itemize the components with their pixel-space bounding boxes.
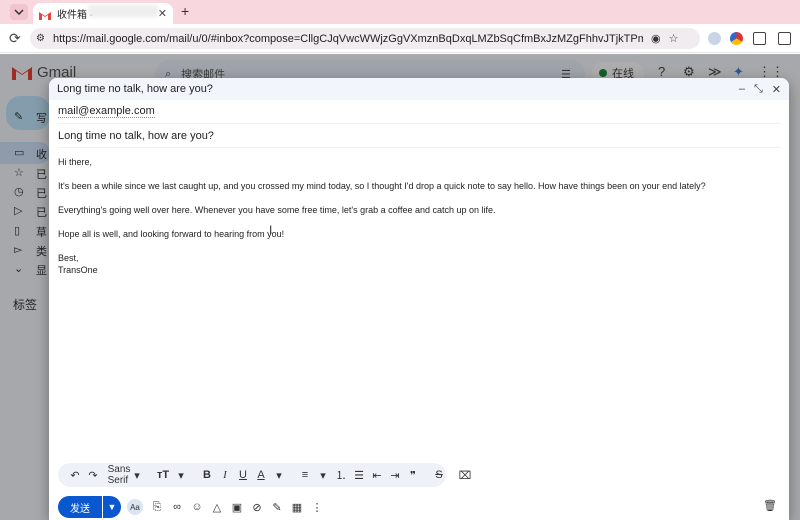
strikethrough-icon[interactable]: S <box>430 464 448 486</box>
send-button[interactable]: 发送 <box>58 496 102 518</box>
confidential-mode-icon[interactable]: ⊘ <box>247 496 267 518</box>
extension-icon[interactable] <box>730 32 743 45</box>
formatting-toolbar: ↶ ↷ Sans Serif ▾ ᴛT ▾ B I U A ▾ ≡ ▾ ⒈ ☰ … <box>58 463 471 487</box>
recipient-chip[interactable]: mail@example.com <box>58 105 155 118</box>
schedule-send-dropdown-icon[interactable]: ▼ <box>103 496 121 518</box>
discard-draft-icon[interactable]: 🗑 <box>763 499 777 512</box>
tab-close-icon[interactable]: ✕ <box>158 7 167 20</box>
browser-tab-strip: 收件箱 - ✕ + <box>0 0 800 24</box>
bookmark-star-icon[interactable]: ☆ <box>669 32 679 45</box>
body-paragraph: Everything's going well over here. Whene… <box>58 205 496 215</box>
font-dropdown-icon[interactable]: ▾ <box>128 464 146 486</box>
compose-window: Long time no talk, how are you? – ⤡ ✕ ma… <box>49 78 789 520</box>
exit-fullscreen-icon[interactable]: ⤡ <box>754 83 763 96</box>
bold-icon[interactable]: B <box>198 464 216 486</box>
body-paragraph: Hope all is well, and looking forward to… <box>58 229 285 239</box>
remove-formatting-icon[interactable]: ⌧ <box>456 464 474 486</box>
insert-photo-icon[interactable]: ▣ <box>227 496 247 518</box>
message-body[interactable]: Hi there, It's been a while since we las… <box>49 148 789 284</box>
font-size-icon[interactable]: ᴛT <box>154 464 172 486</box>
signature-pen-icon[interactable]: ✎ <box>267 496 287 518</box>
compose-actions: 发送 ▼ Aa ⎘ ∞ ☺ △ ▣ ⊘ ✎ ▦ ⋮ <box>58 495 327 519</box>
site-settings-icon[interactable]: ⚙ <box>36 33 45 44</box>
font-size-dropdown-icon[interactable]: ▾ <box>172 464 190 486</box>
quote-icon[interactable]: ❞ <box>404 464 422 486</box>
new-tab-button[interactable]: + <box>181 3 189 19</box>
attach-file-icon[interactable]: ⎘ <box>147 496 167 518</box>
body-closing: Best, <box>58 253 79 263</box>
extensions-puzzle-icon[interactable] <box>753 32 766 45</box>
google-drive-icon[interactable]: △ <box>207 496 227 518</box>
reload-icon[interactable]: ⟳ <box>9 30 21 47</box>
redo-icon[interactable]: ↷ <box>84 464 102 486</box>
indent-more-icon[interactable]: ⇥ <box>386 464 404 486</box>
italic-icon[interactable]: I <box>216 464 234 486</box>
subject-text: Long time no talk, how are you? <box>58 129 214 142</box>
emoji-icon[interactable]: ☺ <box>187 496 207 518</box>
numbered-list-icon[interactable]: ⒈ <box>332 464 350 486</box>
text-color-dropdown-icon[interactable]: ▾ <box>270 464 288 486</box>
formatting-options-button[interactable]: Aa <box>127 499 143 515</box>
eye-icon[interactable]: ◉ <box>651 32 661 45</box>
indent-less-icon[interactable]: ⇤ <box>368 464 386 486</box>
gmail-favicon-icon <box>39 9 51 20</box>
body-signature: TransOne <box>58 265 98 275</box>
more-options-icon[interactable]: ⋮ <box>307 496 327 518</box>
tab-search-icon[interactable] <box>10 4 28 20</box>
undo-icon[interactable]: ↶ <box>66 464 84 486</box>
insert-link-icon[interactable]: ∞ <box>167 496 187 518</box>
compose-header[interactable]: Long time no talk, how are you? – ⤡ ✕ <box>49 78 789 100</box>
text-cursor-icon: I <box>269 223 273 237</box>
text-color-icon[interactable]: A <box>252 464 270 486</box>
font-family-select[interactable]: Sans Serif <box>108 464 131 486</box>
subject-field[interactable]: Long time no talk, how are you? <box>58 124 780 148</box>
extension-icon[interactable] <box>708 32 721 45</box>
body-greeting: Hi there, <box>58 157 93 167</box>
address-bar[interactable]: ⚙ https://mail.google.com/mail/u/0/#inbo… <box>30 28 700 49</box>
calendar-icon[interactable]: ▦ <box>287 496 307 518</box>
close-icon[interactable]: ✕ <box>772 83 781 96</box>
bulleted-list-icon[interactable]: ☰ <box>350 464 368 486</box>
browser-toolbar: ⟳ ⚙ https://mail.google.com/mail/u/0/#in… <box>0 24 800 53</box>
tab-title-redaction <box>88 5 158 17</box>
align-icon[interactable]: ≡ <box>296 464 314 486</box>
side-panel-icon[interactable] <box>778 32 791 45</box>
body-paragraph: It's been a while since we last caught u… <box>58 181 706 191</box>
underline-icon[interactable]: U <box>234 464 252 486</box>
compose-title: Long time no talk, how are you? <box>57 83 213 95</box>
recipients-field[interactable]: mail@example.com <box>58 100 780 124</box>
url-text: https://mail.google.com/mail/u/0/#inbox?… <box>52 32 643 45</box>
minimize-icon[interactable]: – <box>739 83 745 95</box>
align-dropdown-icon[interactable]: ▾ <box>314 464 332 486</box>
